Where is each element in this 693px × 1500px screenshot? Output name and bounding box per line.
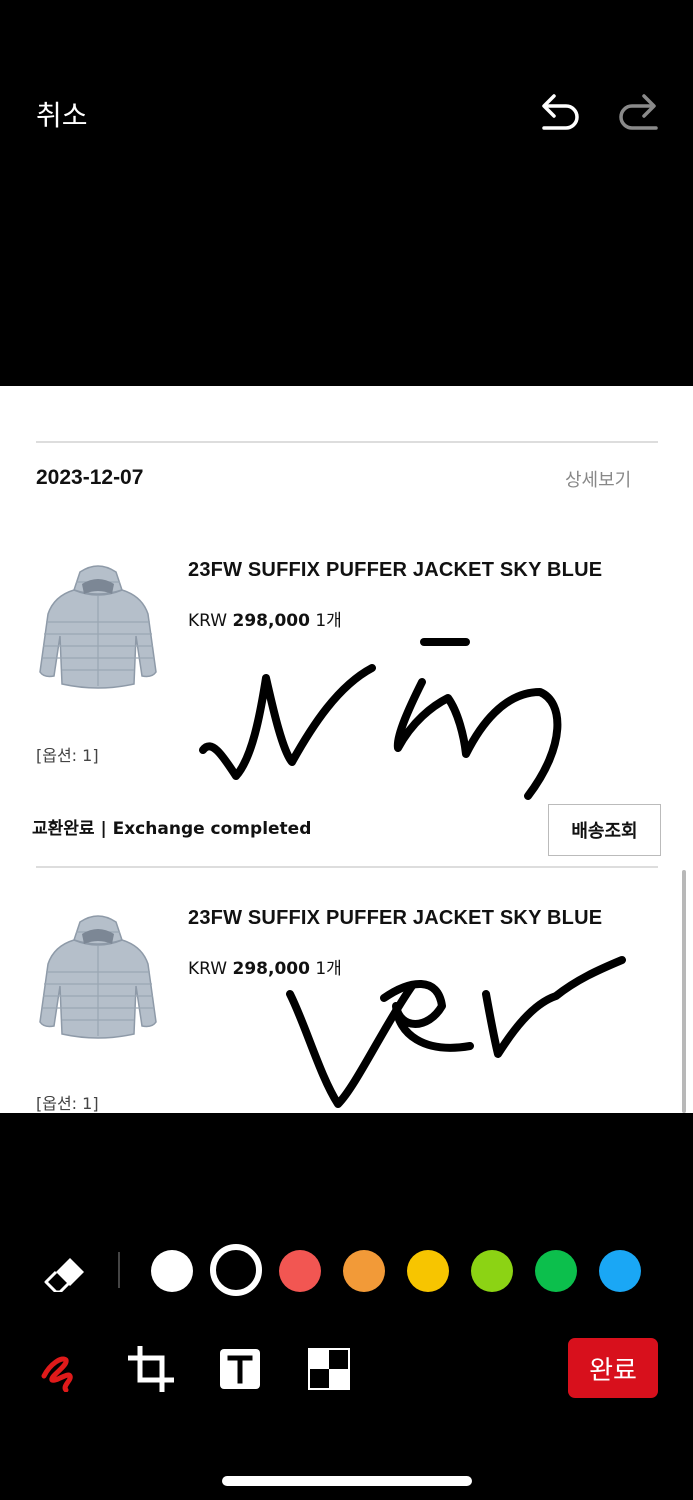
undo-icon[interactable] (536, 90, 584, 134)
order-status: 교환완료 | Exchange completed (32, 819, 312, 839)
color-palette (0, 1240, 693, 1302)
option-label: [옵션: 1] (36, 746, 99, 765)
product-title[interactable]: 23FW SUFFIX PUFFER JACKET SKY BLUE (188, 907, 602, 930)
divider (36, 441, 658, 443)
text-icon[interactable] (217, 1346, 263, 1392)
color-swatch-white[interactable] (151, 1250, 193, 1292)
color-swatch-green[interactable] (535, 1250, 577, 1292)
price-amount: 298,000 (232, 611, 310, 631)
screenshot-canvas[interactable]: 2023-12-07 상세보기 23FW SUFFIX PUFFER JACKE… (0, 386, 693, 1113)
crop-icon[interactable] (128, 1346, 174, 1392)
price-amount: 298,000 (232, 959, 310, 979)
cancel-button[interactable]: 취소 (36, 94, 88, 134)
editor-top-bar: 취소 (0, 0, 693, 386)
scrollbar[interactable] (682, 870, 686, 1113)
pen-scribble-icon[interactable] (38, 1346, 84, 1392)
color-swatch-orange[interactable] (343, 1250, 385, 1292)
eraser-icon[interactable] (44, 1250, 90, 1292)
color-swatch-green-yellow[interactable] (471, 1250, 513, 1292)
puffer-jacket-image (39, 915, 157, 1039)
quantity: 1개 (315, 611, 342, 631)
price-line: KRW 298,000 1개 (188, 954, 342, 979)
mosaic-icon[interactable] (306, 1346, 352, 1392)
divider (36, 866, 658, 868)
option-label: [옵션: 1] (36, 1094, 99, 1113)
color-swatch-blue[interactable] (599, 1250, 641, 1292)
color-swatch-black[interactable] (210, 1244, 262, 1296)
price-currency: KRW (188, 611, 228, 631)
home-indicator (222, 1476, 472, 1486)
editor-tools: 완료 (0, 1336, 693, 1402)
palette-separator (118, 1252, 120, 1288)
puffer-jacket-image (39, 565, 157, 689)
track-shipment-button[interactable]: 배송조회 (548, 804, 661, 856)
price-line: KRW 298,000 1개 (188, 606, 342, 631)
done-button[interactable]: 완료 (568, 1338, 658, 1398)
quantity: 1개 (315, 959, 342, 979)
detail-link[interactable]: 상세보기 (565, 466, 631, 492)
color-swatch-red[interactable] (279, 1250, 321, 1292)
redo-icon[interactable] (614, 90, 662, 134)
color-swatch-yellow[interactable] (407, 1250, 449, 1292)
product-title[interactable]: 23FW SUFFIX PUFFER JACKET SKY BLUE (188, 559, 602, 582)
order-date: 2023-12-07 (36, 466, 144, 489)
price-currency: KRW (188, 959, 228, 979)
